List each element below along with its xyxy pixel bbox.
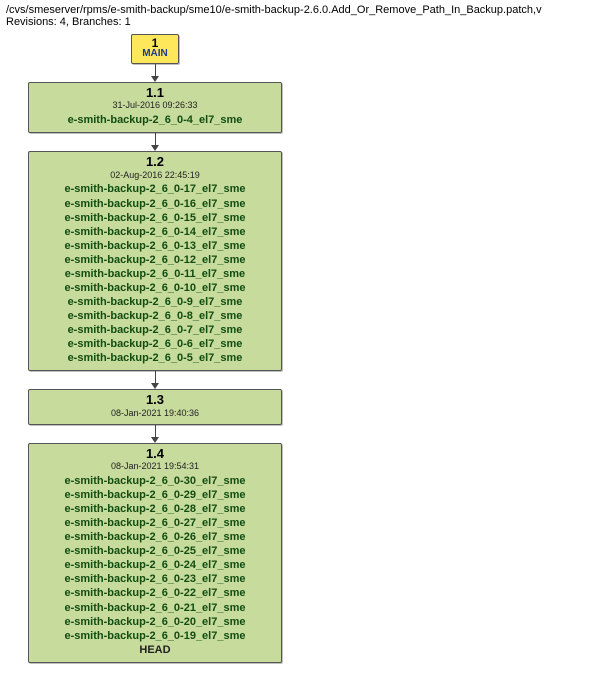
revision-number: 1.2 (39, 155, 271, 169)
revision-tag: e-smith-backup-2_6_0-11_el7_sme (39, 267, 271, 281)
revision-tag: e-smith-backup-2_6_0-27_el7_sme (39, 516, 271, 530)
revision-tags: e-smith-backup-2_6_0-17_el7_smee-smith-b… (39, 182, 271, 365)
revision-tags: e-smith-backup-2_6_0-4_el7_sme (39, 113, 271, 127)
revision-tag: e-smith-backup-2_6_0-30_el7_sme (39, 474, 271, 488)
revision-node[interactable]: 1.202-Aug-2016 22:45:19e-smith-backup-2_… (28, 151, 282, 371)
revision-node[interactable]: 1.408-Jan-2021 19:54:31 e-smith-backup-2_… (28, 443, 282, 663)
revision-tag: e-smith-backup-2_6_0-5_el7_sme (39, 351, 271, 365)
revision-tag: e-smith-backup-2_6_0-16_el7_sme (39, 197, 271, 211)
revision-tag: e-smith-backup-2_6_0-20_el7_sme (39, 615, 271, 629)
revision-tag: e-smith-backup-2_6_0-7_el7_sme (39, 323, 271, 337)
revision-tag: e-smith-backup-2_6_0-17_el7_sme (39, 182, 271, 196)
revision-tag: e-smith-backup-2_6_0-6_el7_sme (39, 337, 271, 351)
revision-number: 1.1 (39, 86, 271, 100)
connector (28, 425, 282, 443)
revision-date: 02-Aug-2016 22:45:19 (39, 171, 271, 181)
revision-head: HEAD (39, 643, 271, 657)
revision-tag: e-smith-backup-2_6_0-25_el7_sme (39, 544, 271, 558)
revision-node[interactable]: 1.131-Jul-2016 09:26:33 e-smith-backup-2_… (28, 82, 282, 133)
revision-tag: e-smith-backup-2_6_0-4_el7_sme (39, 113, 271, 127)
revision-tag: e-smith-backup-2_6_0-15_el7_sme (39, 211, 271, 225)
revision-tag: e-smith-backup-2_6_0-14_el7_sme (39, 225, 271, 239)
revision-number: 1.3 (39, 393, 271, 407)
revision-date: 31-Jul-2016 09:26:33 (39, 101, 271, 111)
revision-tag: e-smith-backup-2_6_0-22_el7_sme (39, 586, 271, 600)
connector (28, 64, 282, 82)
revision-tag: e-smith-backup-2_6_0-28_el7_sme (39, 502, 271, 516)
revision-tag: e-smith-backup-2_6_0-21_el7_sme (39, 601, 271, 615)
revision-tag: e-smith-backup-2_6_0-10_el7_sme (39, 281, 271, 295)
revision-graph: 1MAIN 1.131-Jul-2016 09:26:33 e-smith-back… (0, 30, 608, 683)
revision-tags: e-smith-backup-2_6_0-30_el7_smee-smith-b… (39, 474, 271, 657)
revision-tag: e-smith-backup-2_6_0-8_el7_sme (39, 309, 271, 323)
revision-number: 1.4 (39, 447, 271, 461)
revision-tag: e-smith-backup-2_6_0-24_el7_sme (39, 558, 271, 572)
connector (28, 371, 282, 389)
connector (28, 133, 282, 151)
header: /cvs/smeserver/rpms/e-smith-backup/sme10… (0, 0, 608, 30)
revision-tag: e-smith-backup-2_6_0-9_el7_sme (39, 295, 271, 309)
file-path: /cvs/smeserver/rpms/e-smith-backup/sme10… (6, 4, 602, 16)
revision-meta: Revisions: 4, Branches: 1 (6, 16, 602, 28)
revision-date: 08-Jan-2021 19:54:31 (39, 462, 271, 472)
revision-tag: e-smith-backup-2_6_0-29_el7_sme (39, 488, 271, 502)
revision-tag: e-smith-backup-2_6_0-26_el7_sme (39, 530, 271, 544)
branch-name: MAIN (132, 49, 178, 59)
branch-node[interactable]: 1MAIN (131, 34, 179, 64)
revision-tag: e-smith-backup-2_6_0-13_el7_sme (39, 239, 271, 253)
revision-tag: e-smith-backup-2_6_0-23_el7_sme (39, 572, 271, 586)
revision-node[interactable]: 1.3 08-Jan-2021 19:40:36 (28, 389, 282, 424)
revision-tag: e-smith-backup-2_6_0-12_el7_sme (39, 253, 271, 267)
revision-date: 08-Jan-2021 19:40:36 (39, 409, 271, 419)
